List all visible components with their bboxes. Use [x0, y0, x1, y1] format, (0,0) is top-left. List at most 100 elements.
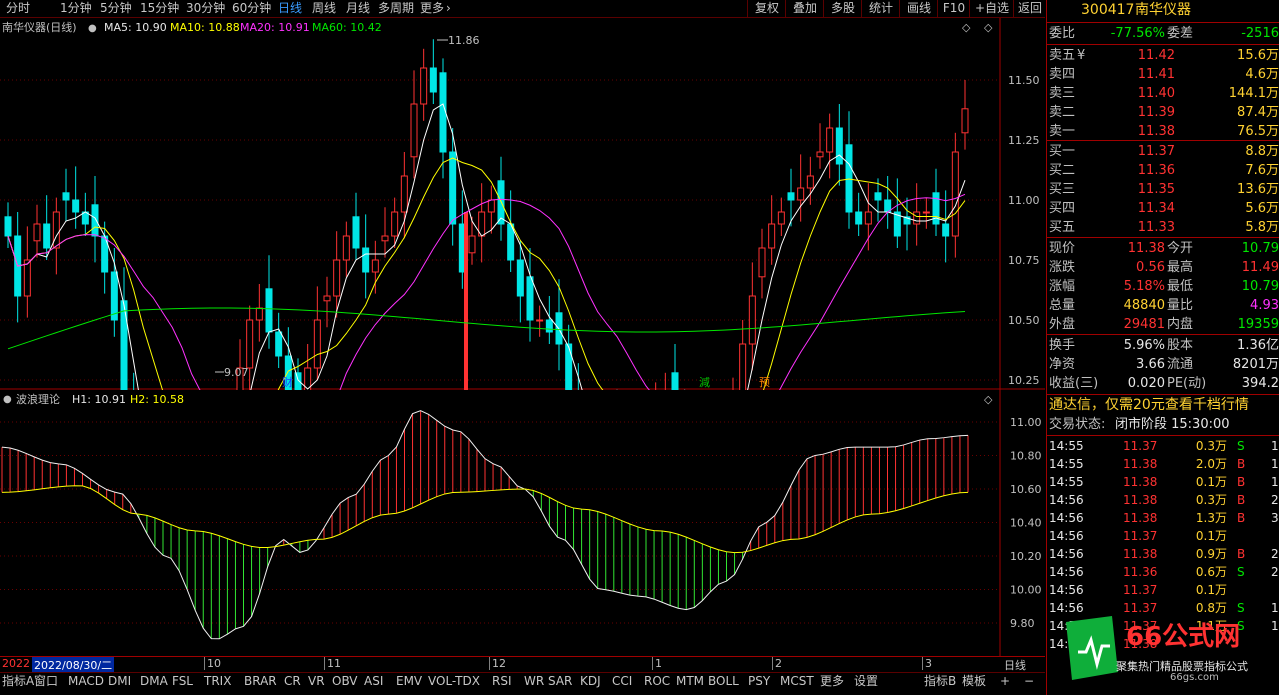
candle[interactable] [768, 195, 776, 265]
candle[interactable] [43, 195, 51, 260]
period-2[interactable]: 5分钟 [100, 0, 132, 17]
indicator-tab-1[interactable]: 窗口 [34, 673, 58, 690]
event-badge-1[interactable]: 減 [699, 375, 710, 389]
toolbar-button-4[interactable]: 画线 [899, 0, 938, 17]
wave-indicator-chart[interactable]: ● 波浪理论 H1: 10.91 H2: 10.58 11.00 10.80 10.60 10… [0, 390, 1045, 656]
candle[interactable] [826, 113, 834, 179]
candle[interactable] [342, 221, 350, 277]
ask-row[interactable]: 卖三 11.40 144.1万 [1049, 84, 1279, 103]
candle[interactable] [816, 123, 824, 169]
period-5[interactable]: 60分钟 [232, 0, 271, 17]
kline-chart-panel[interactable]: 11.5011.2511.0010.7510.5010.2510.009.759… [0, 18, 1045, 661]
candle[interactable] [884, 176, 892, 229]
candle[interactable] [845, 111, 853, 229]
bid-row[interactable]: 买一 11.37 8.8万 [1049, 142, 1279, 161]
bid-row[interactable]: 买四 11.34 5.6万 [1049, 199, 1279, 218]
indicator-tab-17[interactable]: KDJ [580, 673, 601, 690]
candle[interactable] [265, 255, 273, 349]
indicator-tab-22[interactable]: PSY [748, 673, 770, 690]
candle[interactable] [255, 284, 263, 342]
indicator-tab-8[interactable]: CR [284, 673, 301, 690]
period-6[interactable]: 日线 [278, 0, 302, 17]
toolbar-button-1[interactable]: 叠加 [785, 0, 824, 17]
candle[interactable] [429, 39, 437, 104]
bid-row[interactable]: 买五 11.33 5.8万 [1049, 218, 1279, 237]
indicator-tab-16[interactable]: SAR [548, 673, 572, 690]
ask-row[interactable]: 卖一 11.38 76.5万 [1049, 122, 1279, 141]
right-tab-2[interactable]: + [1000, 673, 1010, 690]
toolbar-button-2[interactable]: 多股 [823, 0, 862, 17]
candle[interactable] [352, 192, 360, 260]
indicator-tab-24[interactable]: 更多 [820, 673, 844, 690]
candle[interactable] [748, 262, 756, 371]
right-tab-0[interactable]: 指标B [924, 673, 956, 690]
candle[interactable] [922, 197, 930, 229]
indicator-tab-11[interactable]: ASI [364, 673, 383, 690]
candle[interactable] [855, 192, 863, 236]
candle[interactable] [362, 214, 370, 299]
candle[interactable] [14, 212, 22, 323]
candle[interactable] [81, 192, 89, 236]
candle[interactable] [381, 207, 389, 258]
period-4[interactable]: 30分钟 [186, 0, 225, 17]
ask-row[interactable]: 卖二 11.39 87.4万 [1049, 103, 1279, 122]
indicator-tab-15[interactable]: WR [524, 673, 544, 690]
candle[interactable] [439, 58, 447, 179]
kline-chart[interactable]: 11.5011.2511.0010.7510.5010.2510.009.759… [0, 18, 1045, 661]
candle[interactable] [739, 320, 747, 404]
candle[interactable] [661, 372, 669, 428]
candle[interactable] [410, 70, 418, 179]
indicator-tab-0[interactable]: 指标A [2, 673, 34, 690]
bid-row[interactable]: 买三 11.35 13.6万 [1049, 180, 1279, 199]
candle[interactable] [536, 305, 544, 337]
candle[interactable] [729, 377, 737, 438]
candle[interactable] [864, 183, 872, 251]
candle[interactable] [913, 183, 921, 246]
wave-indicator-panel[interactable]: ● 波浪理论 H1: 10.91 H2: 10.58 11.00 10.80 10.60 10… [0, 390, 1045, 656]
candle[interactable] [671, 344, 679, 431]
indicator-tab-7[interactable]: BRAR [244, 673, 277, 690]
candle[interactable] [313, 286, 321, 380]
candle[interactable] [275, 312, 283, 368]
candle[interactable] [487, 185, 495, 234]
ask-row[interactable]: 卖五 ¥11.42 15.6万 [1049, 46, 1279, 65]
toolbar-button-7[interactable]: 返回 [1013, 0, 1046, 17]
candle[interactable] [797, 154, 805, 222]
chevron-right-icon[interactable]: › [446, 0, 451, 17]
toolbar-button-6[interactable]: +自选 [969, 0, 1014, 17]
candle[interactable] [72, 166, 80, 229]
candle[interactable] [120, 267, 128, 404]
indicator-tab-14[interactable]: RSI [492, 673, 512, 690]
promo-link[interactable]: 通达信，仅需20元查看千档行情 [1049, 396, 1249, 415]
toolbar-button-5[interactable]: F10 [937, 0, 970, 17]
candle[interactable] [893, 178, 901, 248]
candle[interactable] [420, 48, 428, 121]
period-3[interactable]: 15分钟 [140, 0, 179, 17]
candle[interactable] [951, 132, 959, 258]
bid-row[interactable]: 买二 11.36 7.6万 [1049, 161, 1279, 180]
candle[interactable] [23, 226, 31, 318]
indicator-tab-19[interactable]: ROC [644, 673, 670, 690]
indicator-tab-25[interactable]: 设置 [854, 673, 878, 690]
candle[interactable] [478, 183, 486, 263]
right-tab-1[interactable]: 模板 [962, 673, 986, 690]
candle[interactable] [835, 104, 843, 186]
indicator-tab-18[interactable]: CCI [612, 673, 632, 690]
indicator-tab-6[interactable]: TRIX [204, 673, 231, 690]
period-0[interactable]: 分时 [6, 0, 30, 17]
candle[interactable] [110, 248, 118, 337]
period-10[interactable]: 更多 [420, 0, 444, 17]
period-9[interactable]: 多周期 [378, 0, 414, 17]
mode-label[interactable]: 日线 [1004, 657, 1026, 673]
candle[interactable] [507, 190, 515, 272]
candle[interactable] [961, 80, 969, 150]
toolbar-button-0[interactable]: 复权 [747, 0, 786, 17]
indicator-tab-23[interactable]: MCST [780, 673, 814, 690]
ask-row[interactable]: 卖四 11.41 4.6万 [1049, 65, 1279, 84]
candle[interactable] [806, 156, 814, 205]
event-badge-2[interactable]: 预 [759, 376, 770, 389]
candle[interactable] [62, 168, 70, 222]
indicator-tab-4[interactable]: DMA [140, 673, 168, 690]
indicator-tab-13[interactable]: VOL-TDX [428, 673, 480, 690]
indicator-tab-20[interactable]: MTM [676, 673, 704, 690]
